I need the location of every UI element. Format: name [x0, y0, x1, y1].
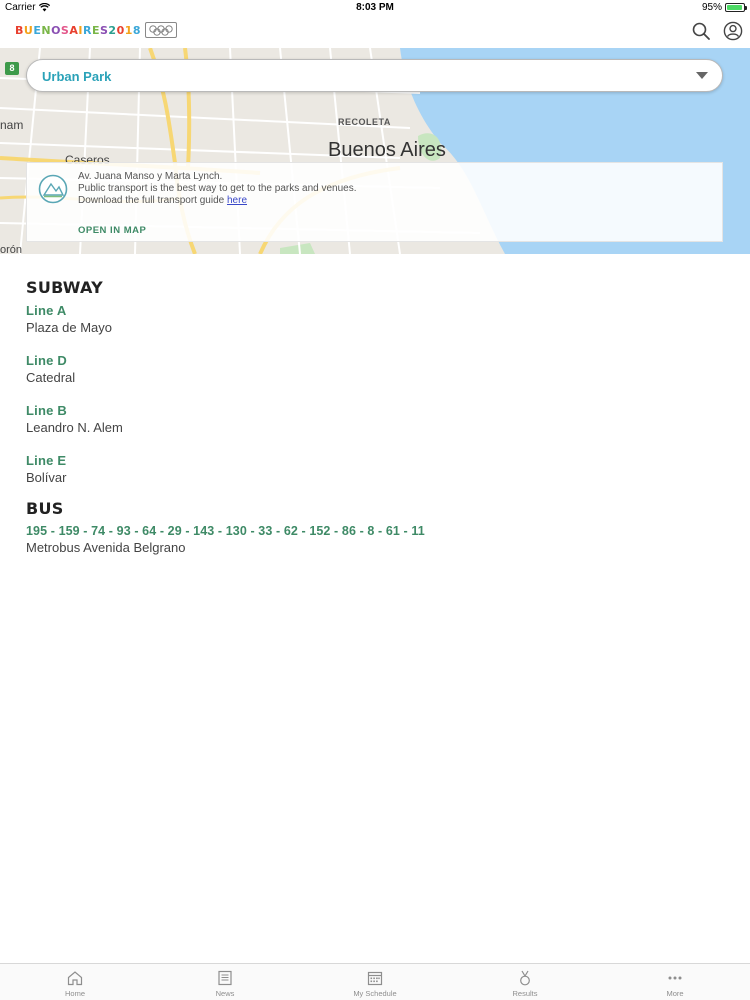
- subway-line-name: Line A: [26, 303, 67, 318]
- bus-description: Metrobus Avenida Belgrano: [26, 540, 186, 555]
- search-icon[interactable]: [691, 21, 711, 41]
- subway-station: Catedral: [26, 370, 76, 385]
- open-in-map-button[interactable]: OPEN IN MAP: [78, 225, 146, 236]
- subway-station: Plaza de Mayo: [26, 320, 112, 335]
- tab-label: More: [666, 989, 684, 998]
- bus-lines: 195 - 159 - 74 - 93 - 64 - 29 - 143 - 13…: [26, 524, 425, 538]
- tab-label: News: [215, 989, 235, 998]
- page: Carrier 8:03 PM 95% BUENOS AIRES 2018 na…: [0, 0, 750, 1000]
- route-badge: 8: [5, 62, 19, 75]
- battery-percent: 95%: [701, 2, 722, 13]
- tab-label: Home: [64, 989, 85, 998]
- chevron-down-icon: [696, 72, 708, 79]
- venue-info-card: Av. Juana Manso y Marta Lynch. Public tr…: [26, 162, 723, 242]
- transport-guide-line: Download the full transport guide here: [78, 195, 357, 207]
- subway-line-name: Line D: [26, 353, 67, 368]
- app-header: BUENOS AIRES 2018: [0, 15, 750, 48]
- subway-line-item: Line E Bolívar: [26, 453, 726, 485]
- venue-dropdown[interactable]: Urban Park: [26, 59, 723, 92]
- logo-text: BUENOS AIRES 2018: [15, 23, 142, 37]
- tab-bar: Home News My Schedule Results More: [0, 963, 750, 1000]
- bus-section-title: BUS: [26, 499, 64, 518]
- calendar-icon: [367, 971, 383, 986]
- tab-news[interactable]: News: [150, 964, 300, 1000]
- tab-my-schedule[interactable]: My Schedule: [300, 964, 450, 1000]
- subway-station: Leandro N. Alem: [26, 420, 123, 435]
- map-label-city: Buenos Aires: [328, 139, 446, 161]
- subway-list: Line A Plaza de Mayo Line D Catedral Lin…: [26, 303, 726, 485]
- app-logo[interactable]: BUENOS AIRES 2018: [15, 22, 178, 38]
- battery-status: 95%: [701, 2, 747, 13]
- status-bar: Carrier 8:03 PM 95%: [0, 0, 750, 15]
- tab-more[interactable]: More: [600, 964, 750, 1000]
- map-label-nam: nam: [0, 118, 24, 132]
- subway-line-name: Line B: [26, 403, 67, 418]
- tab-results[interactable]: Results: [450, 964, 600, 1000]
- home-icon: [67, 971, 83, 986]
- tab-label: My Schedule: [353, 989, 397, 998]
- more-icon: [668, 976, 682, 980]
- subway-section-title: SUBWAY: [26, 278, 104, 297]
- transport-guide-prefix: Download the full transport guide: [78, 195, 227, 206]
- clock: 8:03 PM: [356, 2, 394, 13]
- medal-icon: [520, 970, 530, 986]
- transport-content: SUBWAY Line A Plaza de Mayo Line D Cated…: [26, 278, 726, 555]
- map-label-moron: orón: [0, 244, 23, 254]
- olympic-rings-icon: [145, 22, 178, 38]
- map-label-recoleta: RECOLETA: [338, 117, 391, 127]
- venue-address: Av. Juana Manso y Marta Lynch.: [78, 171, 223, 182]
- news-icon: [218, 970, 232, 986]
- subway-station: Bolívar: [26, 470, 67, 485]
- battery-icon: [725, 3, 747, 12]
- subway-line-item: Line A Plaza de Mayo: [26, 303, 726, 335]
- subway-line-item: Line B Leandro N. Alem: [26, 403, 726, 435]
- venue-logo-icon: [38, 174, 68, 204]
- subway-line-name: Line E: [26, 453, 67, 468]
- venue-transport-note: Public transport is the best way to get …: [78, 183, 357, 194]
- venue-dropdown-value: Urban Park: [42, 69, 112, 84]
- venue-info-text: Av. Juana Manso y Marta Lynch. Public tr…: [78, 171, 357, 207]
- account-icon[interactable]: [723, 21, 743, 41]
- tab-label: Results: [512, 989, 538, 998]
- subway-line-item: Line D Catedral: [26, 353, 726, 385]
- transport-guide-link[interactable]: here: [227, 195, 247, 206]
- tab-home[interactable]: Home: [0, 964, 150, 1000]
